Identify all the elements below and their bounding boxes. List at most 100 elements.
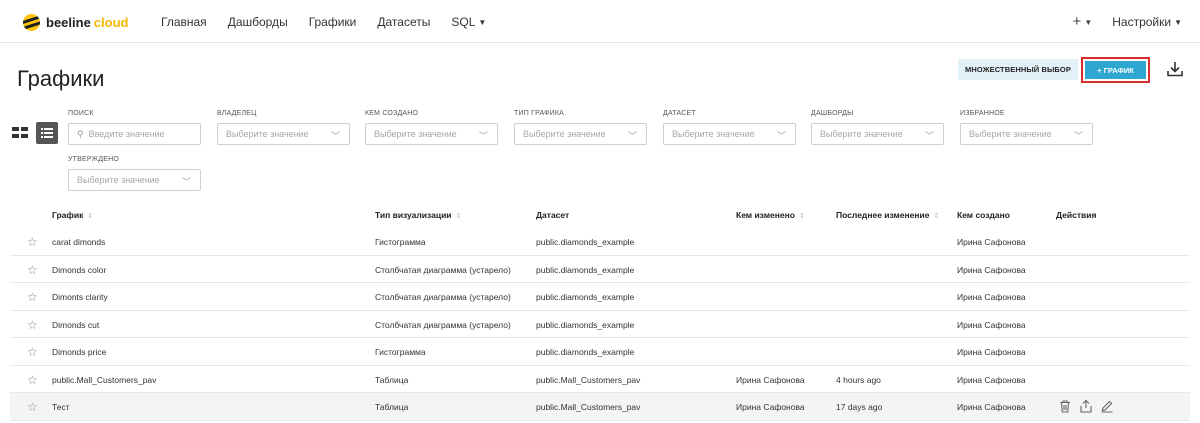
column-header-actions: Действия: [1056, 210, 1097, 220]
filter-label: ДАШБОРДЫ: [811, 110, 854, 117]
favorite-star-icon[interactable]: ☆: [27, 318, 38, 332]
dataset-link[interactable]: public.diamonds_example: [536, 265, 634, 275]
chart-name-link[interactable]: carat dimonds: [52, 237, 105, 247]
select-placeholder: Выберите значение: [820, 129, 903, 139]
column-header-visualization[interactable]: Тип визуализации ⇕: [375, 210, 461, 220]
select-placeholder: Выберите значение: [969, 129, 1052, 139]
dataset-link[interactable]: public.diamonds_example: [536, 292, 634, 302]
chart-name-link[interactable]: public.Mall_Customers_pav: [52, 375, 156, 385]
favorite-star-icon[interactable]: ☆: [27, 345, 38, 359]
table-row[interactable]: ☆ Dimonds color Столбчатая диаграмма (ус…: [10, 256, 1190, 283]
nav-item-dashboards[interactable]: Дашборды: [228, 15, 288, 29]
share-icon[interactable]: [1079, 399, 1093, 413]
select-placeholder: Выберите значение: [374, 129, 457, 139]
created-by: Ирина Сафонова: [957, 264, 1026, 275]
dataset-link[interactable]: public.diamonds_example: [536, 237, 634, 247]
caret-down-icon: ▼: [1084, 18, 1093, 27]
filter-label: ПОИСК: [68, 110, 94, 117]
table-row[interactable]: ☆ Dimonds price Гистограмма public.diamo…: [10, 338, 1190, 366]
sort-icon: ⇕: [798, 213, 805, 220]
filter-created-by: КЕМ СОЗДАНО Выберите значение ﹀: [365, 110, 498, 145]
favorites-select[interactable]: Выберите значение ﹀: [960, 123, 1093, 145]
add-chart-button-highlight: + ГРАФИК: [1081, 57, 1150, 83]
nav-item-datasets[interactable]: Датасеты: [377, 15, 430, 29]
column-header-dataset: Датасет: [536, 210, 570, 220]
chart-name-link[interactable]: Dimonds cut: [52, 320, 99, 330]
row-actions: [1058, 399, 1114, 413]
favorite-star-icon[interactable]: ☆: [27, 235, 38, 249]
column-header-label: График: [52, 210, 84, 220]
dataset-link[interactable]: public.Mall_Customers_pav: [536, 402, 640, 412]
created-by-select[interactable]: Выберите значение ﹀: [365, 123, 498, 145]
favorite-star-icon[interactable]: ☆: [27, 373, 38, 387]
dataset-link[interactable]: public.Mall_Customers_pav: [536, 375, 640, 385]
visualization-type: Столбчатая диаграмма (устарело): [375, 292, 511, 302]
table-row[interactable]: ☆ Dimonts clarity Столбчатая диаграмма (…: [10, 283, 1190, 311]
table-row[interactable]: ☆ carat dimonds Гистограмма public.diamo…: [10, 228, 1190, 256]
column-header-modified-by[interactable]: Кем изменено ⇕: [736, 210, 805, 220]
download-icon[interactable]: [1166, 60, 1184, 78]
filter-approved: УТВЕРЖДЕНО Выберите значение ﹀: [68, 156, 201, 191]
filter-label: ТИП ГРАФИКА: [514, 110, 565, 117]
search-input[interactable]: ⚲ Введите значение: [68, 123, 201, 145]
table-header: График ⇕ Тип визуализации ⇕ Датасет Кем из…: [10, 200, 1190, 228]
column-header-label: Последнее изменение: [836, 210, 930, 220]
brand-logo[interactable]: beeline cloud: [23, 13, 129, 31]
main-nav: Главная Дашборды Графики Датасеты SQL ▼: [161, 15, 507, 29]
created-by: Ирина Сафонова: [957, 402, 1026, 412]
column-header-label: Кем изменено: [736, 210, 795, 220]
table-row[interactable]: ☆ Dimonds cut Столбчатая диаграмма (уста…: [10, 311, 1190, 338]
top-right-controls: + ▼ Настройки ▼: [1073, 13, 1182, 30]
list-view-button[interactable]: [36, 122, 58, 144]
favorite-star-icon[interactable]: ☆: [27, 290, 38, 304]
nav-item-sql[interactable]: SQL ▼: [451, 15, 486, 29]
settings-menu[interactable]: Настройки ▼: [1112, 15, 1182, 29]
chart-name-link[interactable]: Dimonts clarity: [52, 292, 108, 302]
add-chart-button[interactable]: + ГРАФИК: [1085, 61, 1146, 79]
visualization-type: Таблица: [375, 374, 409, 385]
edit-icon[interactable]: [1100, 399, 1114, 413]
plus-icon: +: [1072, 13, 1082, 30]
filter-label: КЕМ СОЗДАНО: [365, 110, 419, 117]
modified-by: Ирина Сафонова: [736, 374, 805, 385]
column-header-chart[interactable]: График ⇕: [52, 210, 93, 220]
chart-name-link[interactable]: Тест: [52, 402, 70, 412]
brand-suffix: cloud: [93, 14, 129, 30]
filter-chart-type: ТИП ГРАФИКА Выберите значение ﹀: [514, 110, 647, 145]
visualization-type: Гистограмма: [375, 237, 426, 247]
column-header-created-by: Кем создано: [957, 210, 1010, 220]
search-icon: ⚲: [77, 128, 84, 139]
trash-icon[interactable]: [1058, 399, 1072, 413]
grid-view-icon[interactable]: [11, 124, 29, 142]
table-row[interactable]: ☆ Тест Таблица public.Mall_Customers_pav…: [10, 393, 1190, 421]
nav-item-sql-label: SQL: [451, 15, 476, 29]
filter-dashboards: ДАШБОРДЫ Выберите значение ﹀: [811, 110, 944, 145]
select-placeholder: Выберите значение: [77, 175, 160, 185]
chevron-down-icon: ﹀: [627, 131, 637, 141]
caret-down-icon: ▼: [478, 18, 487, 27]
dashboards-select[interactable]: Выберите значение ﹀: [811, 123, 944, 145]
last-modified: 4 hours ago: [836, 374, 881, 385]
table-row[interactable]: ☆ public.Mall_Customers_pav Таблица publ…: [10, 366, 1190, 393]
nav-item-home[interactable]: Главная: [161, 15, 207, 29]
nav-item-charts[interactable]: Графики: [309, 15, 357, 29]
dataset-link[interactable]: public.diamonds_example: [536, 320, 634, 330]
dataset-link[interactable]: public.diamonds_example: [536, 347, 634, 357]
favorite-star-icon[interactable]: ☆: [27, 400, 38, 414]
sort-icon: ⇕: [933, 213, 940, 220]
chevron-down-icon: ﹀: [924, 131, 934, 141]
created-by: Ирина Сафонова: [957, 292, 1026, 302]
add-menu-button[interactable]: + ▼: [1073, 13, 1093, 30]
chart-name-link[interactable]: Dimonds color: [52, 265, 106, 275]
created-by: Ирина Сафонова: [957, 237, 1026, 247]
chart-name-link[interactable]: Dimonds price: [52, 347, 106, 357]
filter-owner: ВЛАДЕЛЕЦ Выберите значение ﹀: [217, 110, 350, 145]
approved-select[interactable]: Выберите значение ﹀: [68, 169, 201, 191]
column-header-last-modified[interactable]: Последнее изменение ⇕: [836, 210, 939, 220]
chart-type-select[interactable]: Выберите значение ﹀: [514, 123, 647, 145]
list-view-icon: [41, 128, 53, 138]
multi-select-button[interactable]: МНОЖЕСТВЕННЫЙ ВЫБОР: [958, 59, 1078, 80]
owner-select[interactable]: Выберите значение ﹀: [217, 123, 350, 145]
favorite-star-icon[interactable]: ☆: [27, 263, 38, 277]
dataset-select[interactable]: Выберите значение ﹀: [663, 123, 796, 145]
